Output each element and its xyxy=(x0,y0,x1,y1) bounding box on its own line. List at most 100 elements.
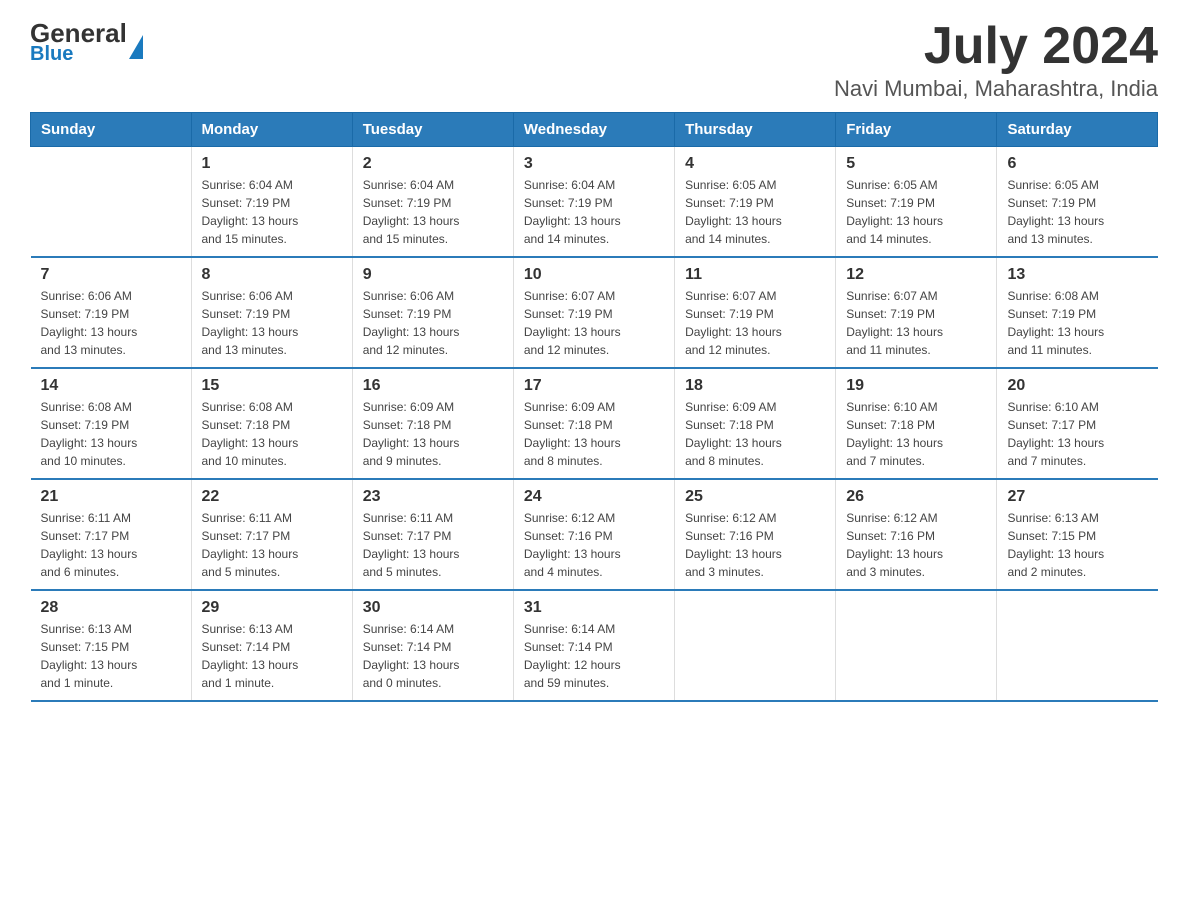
table-row: 27 Sunrise: 6:13 AMSunset: 7:15 PMDayligh… xyxy=(997,479,1158,590)
calendar-week-row: 28 Sunrise: 6:13 AMSunset: 7:15 PMDayligh… xyxy=(31,590,1158,701)
table-row: 31 Sunrise: 6:14 AMSunset: 7:14 PMDayligh… xyxy=(513,590,674,701)
day-info: Sunrise: 6:08 AMSunset: 7:19 PMDaylight:… xyxy=(1007,287,1147,359)
logo: General Blue xyxy=(30,20,143,64)
day-info: Sunrise: 6:11 AMSunset: 7:17 PMDaylight:… xyxy=(41,509,181,581)
day-number: 23 xyxy=(363,488,503,506)
day-number: 29 xyxy=(202,599,342,617)
day-info: Sunrise: 6:08 AMSunset: 7:18 PMDaylight:… xyxy=(202,398,342,470)
calendar-week-row: 14 Sunrise: 6:08 AMSunset: 7:19 PMDayligh… xyxy=(31,368,1158,479)
day-info: Sunrise: 6:04 AMSunset: 7:19 PMDaylight:… xyxy=(202,176,342,248)
day-info: Sunrise: 6:10 AMSunset: 7:18 PMDaylight:… xyxy=(846,398,986,470)
table-row: 23 Sunrise: 6:11 AMSunset: 7:17 PMDayligh… xyxy=(352,479,513,590)
table-row xyxy=(31,147,192,258)
day-number: 5 xyxy=(846,155,986,173)
col-tuesday: Tuesday xyxy=(352,113,513,147)
day-info: Sunrise: 6:13 AMSunset: 7:15 PMDaylight:… xyxy=(1007,509,1147,581)
day-info: Sunrise: 6:07 AMSunset: 7:19 PMDaylight:… xyxy=(846,287,986,359)
table-row: 21 Sunrise: 6:11 AMSunset: 7:17 PMDayligh… xyxy=(31,479,192,590)
table-row: 14 Sunrise: 6:08 AMSunset: 7:19 PMDayligh… xyxy=(31,368,192,479)
day-number: 6 xyxy=(1007,155,1147,173)
table-row: 18Sunrise: 6:09 AMSunset: 7:18 PMDayligh… xyxy=(675,368,836,479)
day-number: 19 xyxy=(846,377,986,395)
day-number: 30 xyxy=(363,599,503,617)
day-number: 14 xyxy=(41,377,181,395)
day-info: Sunrise: 6:06 AMSunset: 7:19 PMDaylight:… xyxy=(363,287,503,359)
day-number: 2 xyxy=(363,155,503,173)
day-info: Sunrise: 6:14 AMSunset: 7:14 PMDaylight:… xyxy=(524,620,664,692)
day-number: 28 xyxy=(41,599,181,617)
calendar-week-row: 21 Sunrise: 6:11 AMSunset: 7:17 PMDayligh… xyxy=(31,479,1158,590)
day-info: Sunrise: 6:05 AMSunset: 7:19 PMDaylight:… xyxy=(846,176,986,248)
day-number: 24 xyxy=(524,488,664,506)
day-number: 26 xyxy=(846,488,986,506)
day-info: Sunrise: 6:13 AMSunset: 7:14 PMDaylight:… xyxy=(202,620,342,692)
col-saturday: Saturday xyxy=(997,113,1158,147)
day-info: Sunrise: 6:13 AMSunset: 7:15 PMDaylight:… xyxy=(41,620,181,692)
day-info: Sunrise: 6:06 AMSunset: 7:19 PMDaylight:… xyxy=(41,287,181,359)
day-info: Sunrise: 6:07 AMSunset: 7:19 PMDaylight:… xyxy=(524,287,664,359)
table-row: 17Sunrise: 6:09 AMSunset: 7:18 PMDayligh… xyxy=(513,368,674,479)
table-row xyxy=(675,590,836,701)
day-info: Sunrise: 6:11 AMSunset: 7:17 PMDaylight:… xyxy=(202,509,342,581)
table-row: 5 Sunrise: 6:05 AMSunset: 7:19 PMDaylight… xyxy=(836,147,997,258)
table-row: 11Sunrise: 6:07 AMSunset: 7:19 PMDayligh… xyxy=(675,257,836,368)
day-number: 3 xyxy=(524,155,664,173)
title-block: July 2024 Navi Mumbai, Maharashtra, Indi… xyxy=(834,20,1158,102)
col-wednesday: Wednesday xyxy=(513,113,674,147)
table-row: 10 Sunrise: 6:07 AMSunset: 7:19 PMDayligh… xyxy=(513,257,674,368)
month-title: July 2024 xyxy=(834,20,1158,72)
location-title: Navi Mumbai, Maharashtra, India xyxy=(834,76,1158,102)
table-row: 6 Sunrise: 6:05 AMSunset: 7:19 PMDaylight… xyxy=(997,147,1158,258)
day-info: Sunrise: 6:14 AMSunset: 7:14 PMDaylight:… xyxy=(363,620,503,692)
day-info: Sunrise: 6:04 AMSunset: 7:19 PMDaylight:… xyxy=(524,176,664,248)
day-number: 31 xyxy=(524,599,664,617)
day-number: 13 xyxy=(1007,266,1147,284)
col-friday: Friday xyxy=(836,113,997,147)
table-row: 20 Sunrise: 6:10 AMSunset: 7:17 PMDayligh… xyxy=(997,368,1158,479)
day-info: Sunrise: 6:07 AMSunset: 7:19 PMDaylight:… xyxy=(685,287,825,359)
day-number: 25 xyxy=(685,488,825,506)
day-number: 20 xyxy=(1007,377,1147,395)
table-row: 30 Sunrise: 6:14 AMSunset: 7:14 PMDayligh… xyxy=(352,590,513,701)
day-number: 16 xyxy=(363,377,503,395)
day-number: 27 xyxy=(1007,488,1147,506)
col-thursday: Thursday xyxy=(675,113,836,147)
day-info: Sunrise: 6:12 AMSunset: 7:16 PMDaylight:… xyxy=(846,509,986,581)
table-row: 25 Sunrise: 6:12 AMSunset: 7:16 PMDayligh… xyxy=(675,479,836,590)
day-number: 22 xyxy=(202,488,342,506)
day-info: Sunrise: 6:05 AMSunset: 7:19 PMDaylight:… xyxy=(1007,176,1147,248)
table-row: 2Sunrise: 6:04 AMSunset: 7:19 PMDaylight… xyxy=(352,147,513,258)
day-number: 9 xyxy=(363,266,503,284)
table-row: 19 Sunrise: 6:10 AMSunset: 7:18 PMDayligh… xyxy=(836,368,997,479)
day-number: 10 xyxy=(524,266,664,284)
table-row: 4 Sunrise: 6:05 AMSunset: 7:19 PMDaylight… xyxy=(675,147,836,258)
day-info: Sunrise: 6:12 AMSunset: 7:16 PMDaylight:… xyxy=(685,509,825,581)
calendar-week-row: 7Sunrise: 6:06 AMSunset: 7:19 PMDaylight… xyxy=(31,257,1158,368)
day-info: Sunrise: 6:09 AMSunset: 7:18 PMDaylight:… xyxy=(363,398,503,470)
day-info: Sunrise: 6:11 AMSunset: 7:17 PMDaylight:… xyxy=(363,509,503,581)
col-sunday: Sunday xyxy=(31,113,192,147)
table-row xyxy=(997,590,1158,701)
day-number: 4 xyxy=(685,155,825,173)
table-row: 28 Sunrise: 6:13 AMSunset: 7:15 PMDayligh… xyxy=(31,590,192,701)
table-row: 15Sunrise: 6:08 AMSunset: 7:18 PMDayligh… xyxy=(191,368,352,479)
table-row: 16 Sunrise: 6:09 AMSunset: 7:18 PMDayligh… xyxy=(352,368,513,479)
table-row: 12Sunrise: 6:07 AMSunset: 7:19 PMDayligh… xyxy=(836,257,997,368)
day-info: Sunrise: 6:06 AMSunset: 7:19 PMDaylight:… xyxy=(202,287,342,359)
calendar-table: Sunday Monday Tuesday Wednesday Thursday… xyxy=(30,112,1158,702)
table-row: 24Sunrise: 6:12 AMSunset: 7:16 PMDayligh… xyxy=(513,479,674,590)
day-info: Sunrise: 6:08 AMSunset: 7:19 PMDaylight:… xyxy=(41,398,181,470)
logo-triangle-icon xyxy=(129,35,143,59)
day-info: Sunrise: 6:09 AMSunset: 7:18 PMDaylight:… xyxy=(685,398,825,470)
col-monday: Monday xyxy=(191,113,352,147)
day-number: 21 xyxy=(41,488,181,506)
logo-blue: Blue xyxy=(30,44,127,64)
table-row xyxy=(836,590,997,701)
table-row: 29 Sunrise: 6:13 AMSunset: 7:14 PMDayligh… xyxy=(191,590,352,701)
calendar-header-row: Sunday Monday Tuesday Wednesday Thursday… xyxy=(31,113,1158,147)
table-row: 8Sunrise: 6:06 AMSunset: 7:19 PMDaylight… xyxy=(191,257,352,368)
day-info: Sunrise: 6:05 AMSunset: 7:19 PMDaylight:… xyxy=(685,176,825,248)
day-number: 1 xyxy=(202,155,342,173)
table-row: 3 Sunrise: 6:04 AMSunset: 7:19 PMDaylight… xyxy=(513,147,674,258)
day-info: Sunrise: 6:10 AMSunset: 7:17 PMDaylight:… xyxy=(1007,398,1147,470)
